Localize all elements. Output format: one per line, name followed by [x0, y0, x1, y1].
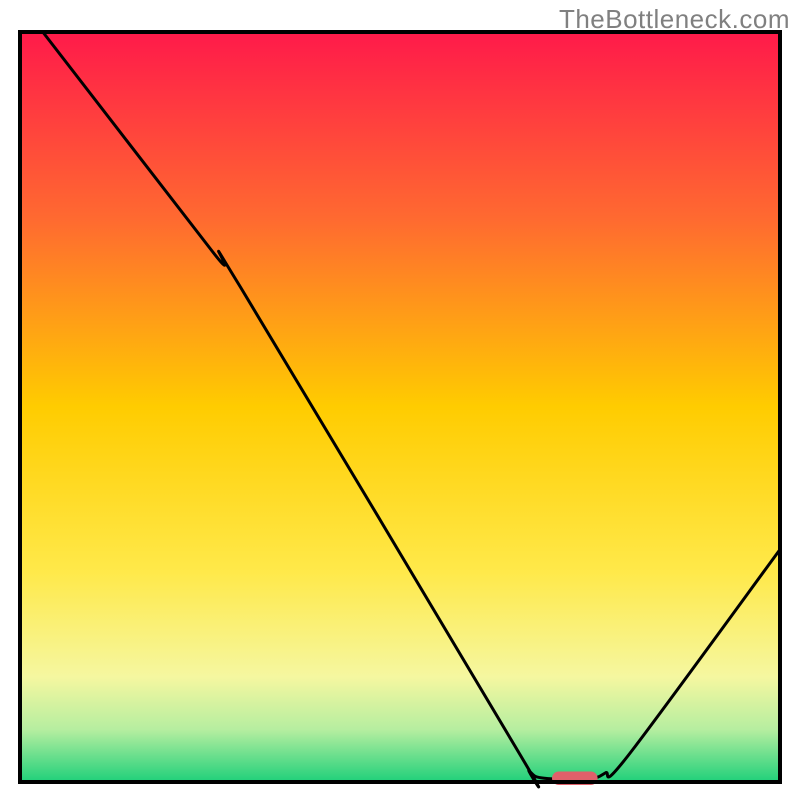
- chart-stage: TheBottleneck.com: [0, 0, 800, 800]
- plot-background: [20, 32, 780, 782]
- attribution-label: TheBottleneck.com: [559, 4, 790, 35]
- bottleneck-chart: [0, 0, 800, 800]
